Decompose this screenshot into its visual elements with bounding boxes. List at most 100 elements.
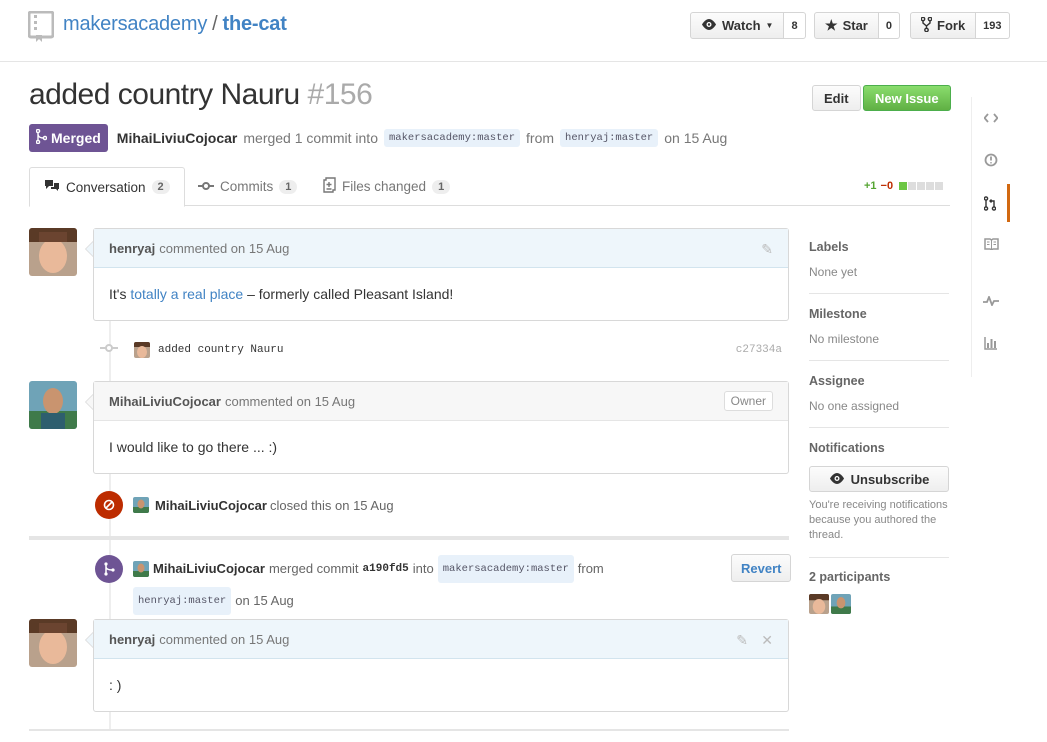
diffstat-additions: +1 — [864, 180, 877, 192]
watch-count[interactable]: 8 — [784, 12, 806, 39]
head-ref: henryaj:master — [133, 587, 232, 615]
merged-event-text: MihaiLiviuCojocar merged commit a190fd5 … — [133, 555, 693, 615]
fork-count[interactable]: 193 — [976, 12, 1010, 39]
event-actor-avatar[interactable] — [133, 561, 149, 577]
diffstat-blocks — [899, 182, 944, 190]
commit-author-avatar[interactable] — [134, 342, 150, 358]
discussion-sidebar: Labels None yet Milestone No milestone A… — [809, 228, 949, 614]
circle-slash-icon — [95, 491, 123, 519]
new-issue-button[interactable]: New Issue — [863, 85, 951, 111]
comment-author-link[interactable]: henryaj — [109, 632, 155, 647]
unsubscribe-button[interactable]: Unsubscribe — [809, 466, 949, 492]
revert-button[interactable]: Revert — [731, 554, 792, 582]
participants-section: 2 participants — [809, 570, 949, 614]
watch-button[interactable]: Watch ▼ — [690, 12, 785, 39]
diffstat-deletions: −0 — [880, 180, 894, 192]
head-ref: henryaj:master — [560, 129, 659, 147]
repo-nav — [971, 97, 1011, 377]
edit-button[interactable]: Edit — [812, 85, 861, 111]
comment-author-link[interactable]: MihaiLiviuCojocar — [109, 394, 221, 409]
comment-discussion-icon — [44, 179, 60, 195]
tab-files-changed-count: 1 — [432, 179, 451, 194]
comment-meta: commented on 15 Aug — [159, 631, 290, 647]
timeline-divider — [29, 729, 789, 731]
star-group: ★ Star 0 — [814, 12, 900, 39]
base-ref: makersacademy:master — [383, 129, 521, 147]
event-actor-avatar[interactable] — [133, 497, 149, 513]
comment-henryaj-2: henryaj commented on 15 Aug ✎ ✕ : ) — [85, 619, 789, 712]
book-icon[interactable] — [972, 225, 1010, 263]
file-diff-icon — [323, 177, 336, 196]
code-icon[interactable] — [972, 99, 1010, 137]
fork-icon — [920, 16, 933, 35]
pr-title-text: added country Nauru — [29, 78, 300, 111]
tab-commits-count: 1 — [279, 179, 298, 194]
event-actor-link[interactable]: MihaiLiviuCojocar — [155, 498, 267, 513]
pr-author-link[interactable]: MihaiLiviuCojocar — [117, 130, 238, 146]
comment-mihai: MihaiLiviuCojocar commented on 15 Aug Ow… — [85, 381, 789, 474]
commit-message-link[interactable]: added country Nauru — [158, 344, 283, 356]
repo-separator: / — [212, 13, 218, 35]
tab-commits[interactable]: Commits 1 — [184, 167, 311, 206]
pulse-icon[interactable] — [972, 282, 1010, 320]
avatar[interactable] — [29, 381, 77, 429]
labels-heading[interactable]: Labels — [809, 240, 949, 254]
comment-caret — [85, 632, 93, 648]
closed-event: MihaiLiviuCojocar closed this on 15 Aug — [95, 491, 394, 519]
comment-header: henryaj commented on 15 Aug ✎ ✕ — [94, 620, 788, 659]
comment-body: I would like to go there ... :) — [109, 439, 278, 455]
event-actor-link[interactable]: MihaiLiviuCojocar — [153, 558, 265, 580]
base-ref: makersacademy:master — [437, 555, 574, 583]
comment-meta: commented on 15 Aug — [159, 240, 290, 256]
comment-body-prefix: It's — [109, 286, 131, 302]
timeline-divider — [29, 536, 789, 540]
fork-group: Fork 193 — [910, 12, 1010, 39]
tab-files-changed[interactable]: Files changed 1 — [309, 167, 464, 206]
fork-button[interactable]: Fork — [910, 12, 977, 39]
comment-author-link[interactable]: henryaj — [109, 241, 155, 256]
merged-event: MihaiLiviuCojocar merged commit a190fd5 … — [95, 555, 705, 615]
participant-avatar[interactable] — [831, 594, 851, 614]
comment-body: : ) — [109, 677, 122, 693]
assignee-heading[interactable]: Assignee — [809, 374, 949, 388]
tab-conversation[interactable]: Conversation 2 — [29, 167, 185, 207]
merged-commit-sha[interactable]: a190fd5 — [363, 558, 409, 580]
issue-opened-icon[interactable] — [972, 141, 1010, 179]
merged-from-text: from — [577, 561, 604, 576]
star-count[interactable]: 0 — [878, 12, 900, 39]
tab-conversation-count: 2 — [151, 180, 170, 194]
comment-body-suffix: – formerly called Pleasant Island! — [243, 286, 454, 302]
milestone-section: Milestone No milestone — [809, 307, 949, 361]
merged-into-text: into — [412, 561, 434, 576]
repo-owner-link[interactable]: makersacademy — [63, 13, 207, 35]
pull-request-icon[interactable] — [972, 184, 1010, 222]
participant-avatar[interactable] — [809, 594, 829, 614]
tab-conversation-label: Conversation — [66, 179, 146, 195]
git-merge-icon — [95, 555, 123, 583]
pr-title: added country Nauru #156 — [29, 78, 373, 112]
star-label: Star — [842, 18, 868, 33]
avatar[interactable] — [29, 228, 77, 276]
eye-icon — [829, 472, 845, 487]
comment-meta: commented on 15 Aug — [224, 393, 356, 409]
repo-title: makersacademy / the-cat — [63, 13, 287, 36]
repo-name-link[interactable]: the-cat — [222, 13, 286, 35]
tab-files-changed-label: Files changed — [342, 179, 427, 194]
comment-body: It's totally a real place – formerly cal… — [94, 268, 788, 320]
pencil-icon[interactable]: ✎ — [736, 632, 748, 649]
commit-sha-link[interactable]: c27334a — [736, 344, 782, 356]
chevron-down-icon: ▼ — [765, 21, 774, 30]
close-icon[interactable]: ✕ — [761, 632, 773, 649]
milestone-heading[interactable]: Milestone — [809, 307, 949, 321]
star-button[interactable]: ★ Star — [814, 12, 879, 39]
assignee-value: No one assigned — [809, 399, 900, 413]
avatar[interactable] — [29, 619, 77, 667]
comment-caret — [85, 394, 93, 410]
graph-icon[interactable] — [972, 324, 1010, 362]
merged-state-label: Merged — [51, 130, 101, 146]
star-icon: ★ — [825, 17, 838, 33]
event-text: closed this on 15 Aug — [269, 497, 394, 513]
comment-body-link[interactable]: totally a real place — [130, 286, 243, 302]
pencil-icon[interactable]: ✎ — [761, 241, 773, 258]
pr-meta: Merged MihaiLiviuCojocar merged 1 commit… — [29, 124, 727, 152]
